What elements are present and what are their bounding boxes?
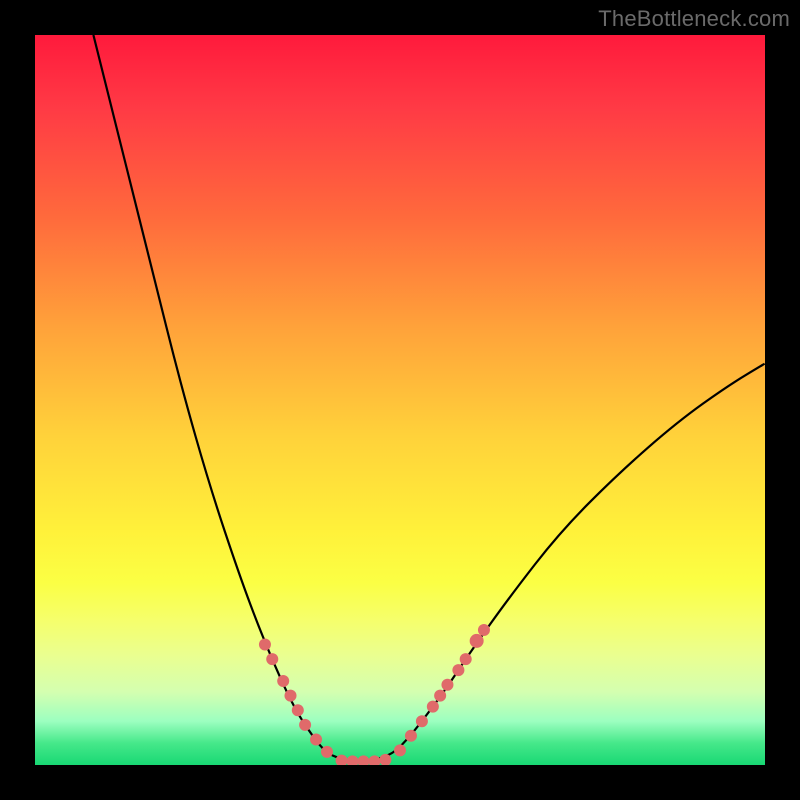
watermark-text: TheBottleneck.com xyxy=(598,6,790,32)
data-marker xyxy=(460,653,472,665)
data-marker xyxy=(427,701,439,713)
data-marker xyxy=(266,653,278,665)
data-marker xyxy=(452,664,464,676)
data-markers xyxy=(259,624,490,765)
curve-layer xyxy=(35,35,765,765)
data-marker xyxy=(336,755,348,765)
data-marker xyxy=(259,639,271,651)
data-marker xyxy=(434,690,446,702)
chart-frame: TheBottleneck.com xyxy=(0,0,800,800)
data-marker xyxy=(405,730,417,742)
data-marker xyxy=(277,675,289,687)
data-marker xyxy=(321,746,333,758)
data-marker xyxy=(292,704,304,716)
data-marker xyxy=(347,755,359,765)
data-marker xyxy=(470,634,484,648)
data-marker xyxy=(358,755,370,765)
data-marker xyxy=(285,690,297,702)
data-marker xyxy=(478,624,490,636)
data-marker xyxy=(394,744,406,756)
data-marker xyxy=(441,679,453,691)
bottleneck-curve xyxy=(93,35,765,761)
data-marker xyxy=(368,755,380,765)
plot-area xyxy=(35,35,765,765)
data-marker xyxy=(310,733,322,745)
data-marker xyxy=(416,715,428,727)
data-marker xyxy=(299,719,311,731)
